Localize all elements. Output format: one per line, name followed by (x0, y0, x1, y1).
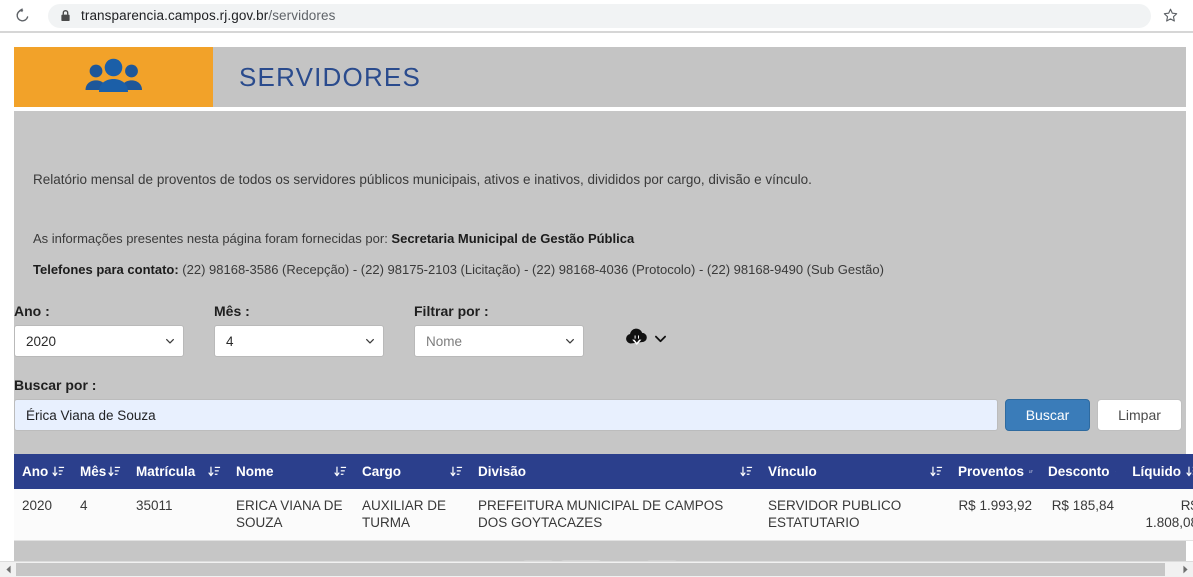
sort-descending-icon (740, 466, 753, 477)
cell-divisao: PREFEITURA MUNICIPAL DE CAMPOS DOS GOYTA… (470, 489, 760, 541)
th-cargo[interactable]: Cargo (354, 454, 470, 489)
th-ano[interactable]: Ano (14, 454, 72, 489)
source-value: Secretaria Municipal de Gestão Pública (391, 231, 635, 246)
th-mes[interactable]: Mês (72, 454, 128, 489)
chevron-down-icon (166, 338, 174, 344)
th-divisao[interactable]: Divisão (470, 454, 760, 489)
source-line: As informações presentes nesta página fo… (33, 231, 634, 246)
cell-matricula: 35011 (128, 489, 228, 541)
scrollbar-track[interactable] (16, 562, 1177, 577)
sort-descending-icon (334, 466, 347, 477)
mes-select[interactable]: 4 (214, 325, 384, 357)
cell-nome: ERICA VIANA DE SOUZA (228, 489, 354, 541)
table-row[interactable]: 2020 4 35011 ERICA VIANA DE SOUZA AUXILI… (14, 489, 1193, 541)
sort-descending-icon (52, 466, 65, 477)
th-vinculo-label: Vínculo (768, 464, 817, 479)
scroll-right-button[interactable] (1177, 562, 1193, 577)
mes-select-value: 4 (226, 333, 234, 349)
phones-value: (22) 98168-3586 (Recepção) - (22) 98175-… (178, 262, 884, 277)
th-nome-label: Nome (236, 464, 274, 479)
sort-descending-icon (208, 466, 221, 477)
mes-label: Mês : (214, 303, 250, 319)
ano-select[interactable]: 2020 (14, 325, 184, 357)
phones-label: Telefones para contato: (33, 262, 179, 277)
chevron-down-icon (566, 338, 574, 344)
th-liquido-label: Líquido (1132, 464, 1181, 479)
th-mes-label: Mês (80, 464, 107, 479)
search-row: Érica Viana de Souza Buscar Limpar (14, 399, 1186, 431)
field-ano: Ano : 2020 (14, 303, 184, 357)
triangle-left-icon (5, 565, 11, 574)
browser-toolbar: transparencia.campos.rj.gov.br/servidore… (0, 0, 1193, 31)
cell-proventos: R$ 1.993,92 (950, 489, 1040, 541)
buscar-button[interactable]: Buscar (1005, 399, 1090, 431)
lock-icon (60, 9, 71, 22)
url-path: /servidores (268, 8, 336, 23)
th-nome[interactable]: Nome (228, 454, 354, 489)
page-title: SERVIDORES (239, 61, 422, 92)
table-body: 2020 4 35011 ERICA VIANA DE SOUZA AUXILI… (14, 489, 1193, 541)
search-label: Buscar por : (14, 377, 97, 393)
filtrar-select-value: Nome (426, 333, 463, 349)
table-header: Ano Mês Matrícula Nome Cargo Divisão Vín… (14, 454, 1193, 489)
cell-cargo: AUXILIAR DE TURMA (354, 489, 470, 541)
results-table-wrapper: Ano Mês Matrícula Nome Cargo Divisão Vín… (14, 454, 1193, 541)
page-content: SERVIDORES Relatório mensal de proventos… (0, 33, 1193, 577)
sort-descending-icon (450, 466, 463, 477)
ano-select-value: 2020 (26, 333, 57, 349)
address-bar[interactable]: transparencia.campos.rj.gov.br/servidore… (48, 3, 1151, 28)
sort-descending-icon (1029, 470, 1033, 473)
cell-vinculo: SERVIDOR PUBLICO ESTATUTARIO (760, 489, 950, 541)
cell-desconto: R$ 185,84 (1040, 489, 1122, 541)
cell-mes: 4 (72, 489, 128, 541)
reload-button[interactable] (8, 2, 36, 30)
triangle-right-icon (1182, 565, 1188, 574)
chevron-down-icon (366, 338, 374, 344)
th-liquido[interactable]: Líquido (1122, 454, 1193, 489)
bookmark-button[interactable] (1155, 2, 1185, 30)
sort-descending-icon (930, 466, 943, 477)
field-filtrar-por: Filtrar por : Nome (414, 303, 584, 357)
cell-ano: 2020 (14, 489, 72, 541)
main-panel: Relatório mensal de proventos de todos o… (14, 111, 1193, 577)
th-divisao-label: Divisão (478, 464, 527, 479)
th-cargo-label: Cargo (362, 464, 402, 479)
url-host: transparencia.campos.rj.gov.br (81, 8, 269, 23)
bookmark-star-icon (1163, 8, 1177, 22)
th-desconto-label: Desconto (1048, 464, 1110, 479)
th-matricula-label: Matrícula (136, 464, 196, 479)
search-input[interactable]: Érica Viana de Souza (14, 399, 998, 431)
page-header: SERVIDORES (14, 47, 1186, 107)
url-text: transparencia.campos.rj.gov.br/servidore… (81, 8, 335, 23)
cloud-download-icon (626, 328, 647, 345)
description-text: Relatório mensal de proventos de todos o… (33, 172, 812, 187)
sort-descending-icon (108, 466, 121, 477)
download-control[interactable] (624, 327, 668, 349)
th-proventos-label: Proventos (958, 464, 1025, 479)
field-mes: Mês : 4 (214, 303, 384, 357)
th-ano-label: Ano (22, 464, 49, 479)
th-desconto[interactable]: Desconto (1040, 454, 1122, 489)
reload-icon (16, 8, 28, 22)
filters-row: Ano : 2020 Mês : 4 Filtrar por: Nome (14, 303, 1186, 359)
cell-liquido: R$ 1.808,08 (1122, 489, 1193, 541)
horizontal-scrollbar[interactable] (0, 561, 1193, 577)
scrollbar-thumb[interactable] (16, 563, 1166, 576)
filtrar-label: Filtrar por : (414, 303, 489, 319)
phones-line: Telefones para contato: (22) 98168-3586 … (33, 262, 884, 277)
th-vinculo[interactable]: Vínculo (760, 454, 950, 489)
limpar-button[interactable]: Limpar (1097, 399, 1182, 431)
filtrar-select[interactable]: Nome (414, 325, 584, 357)
source-prefix: As informações presentes nesta página fo… (33, 231, 392, 246)
sort-descending-icon (1186, 466, 1193, 477)
results-table: Ano Mês Matrícula Nome Cargo Divisão Vín… (14, 454, 1193, 541)
table-header-row: Ano Mês Matrícula Nome Cargo Divisão Vín… (14, 454, 1193, 489)
th-proventos[interactable]: Proventos (950, 454, 1040, 489)
scroll-left-button[interactable] (0, 562, 16, 577)
header-logo (14, 47, 213, 107)
th-matricula[interactable]: Matrícula (128, 454, 228, 489)
chevron-down-icon (655, 335, 666, 342)
users-group-icon (85, 58, 142, 92)
ano-label: Ano : (14, 303, 50, 319)
